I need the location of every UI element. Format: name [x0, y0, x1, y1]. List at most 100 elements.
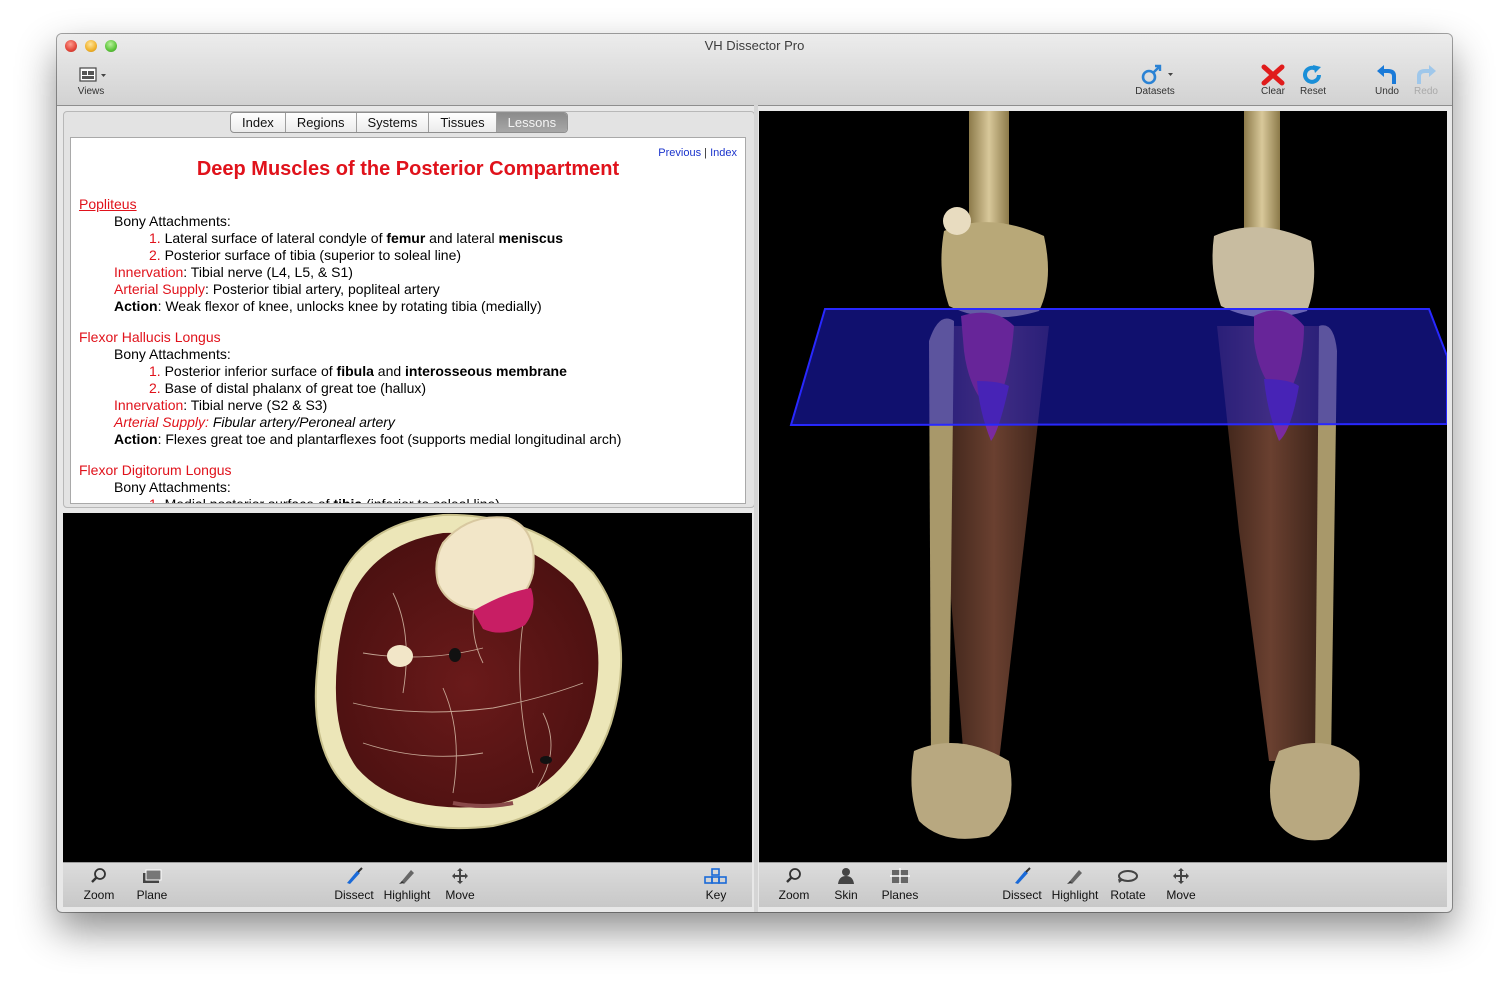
- bold-term: interosseous membrane: [405, 363, 567, 379]
- popliteus-action: Action: Weak flexor of knee, unlocks kne…: [79, 298, 737, 315]
- dissect-button[interactable]: Dissect: [996, 867, 1048, 902]
- text: : Weak flexor of knee, unlocks knee by r…: [157, 298, 542, 314]
- redo-icon: [1417, 65, 1436, 84]
- fhl-attachment-1: 1. Posterior inferior surface of fibula …: [79, 363, 737, 380]
- fhl-attachment-2: 2. Base of distal phalanx of great toe (…: [79, 380, 737, 397]
- split-divider[interactable]: [754, 105, 758, 912]
- reset-button[interactable]: Reset: [1287, 64, 1339, 97]
- cross-section-image: [314, 513, 623, 830]
- rotate-icon: [1118, 870, 1138, 883]
- person-icon: [838, 868, 854, 884]
- planes-label: Planes: [881, 888, 919, 902]
- lesson-panel: Index Regions Systems Tissues Lessons Pr…: [63, 111, 755, 508]
- key-label: Key: [705, 888, 727, 902]
- magnifier-icon: [786, 868, 801, 883]
- text: : Posterior tibial artery, popliteal art…: [205, 281, 440, 297]
- datasets-button[interactable]: Datasets: [1129, 64, 1181, 97]
- innervation-label: Innervation: [114, 397, 184, 413]
- bold-term: meniscus: [498, 230, 564, 246]
- text: Lateral surface of lateral condyle of: [164, 230, 387, 246]
- tab-systems[interactable]: Systems: [357, 113, 430, 132]
- toolbar: VH Dissector Pro Views Datasets Clear Re…: [57, 34, 1452, 106]
- text: and: [373, 363, 406, 379]
- text: Posterior inferior surface of: [164, 363, 337, 379]
- fhl-bony-label: Bony Attachments:: [114, 346, 231, 362]
- dissect-button[interactable]: Dissect: [328, 867, 380, 902]
- zoom-button[interactable]: Zoom: [768, 867, 820, 902]
- 3d-legs-image: [789, 111, 1447, 841]
- magnifier-icon: [91, 868, 106, 883]
- move-arrows-icon: [1173, 868, 1189, 884]
- app-window: VH Dissector Pro Views Datasets Clear Re…: [57, 34, 1452, 912]
- popliteus-heading[interactable]: Popliteus: [79, 196, 737, 213]
- highlight-button[interactable]: Highlight: [1049, 867, 1101, 902]
- clear-x-icon: [1261, 64, 1285, 86]
- text: Fibular artery/Peroneal artery: [208, 414, 395, 430]
- bold-term: tibia: [333, 496, 363, 504]
- 3d-view[interactable]: [759, 111, 1447, 862]
- move-arrows-icon: [452, 868, 468, 884]
- move-label: Move: [1166, 888, 1196, 902]
- bold-term: fibula: [336, 363, 374, 379]
- fhl-action: Action: Flexes great toe and plantarflex…: [79, 431, 737, 448]
- rotate-button[interactable]: Rotate: [1102, 867, 1154, 902]
- redo-button[interactable]: Redo: [1400, 64, 1452, 97]
- lesson-title: Deep Muscles of the Posterior Compartmen…: [196, 158, 620, 180]
- move-label: Move: [445, 888, 475, 902]
- skin-button[interactable]: Skin: [820, 867, 872, 902]
- list-number: 2.: [149, 247, 161, 263]
- reset-label: Reset: [1299, 86, 1327, 97]
- planes-button[interactable]: Planes: [874, 867, 926, 902]
- views-button[interactable]: Views: [65, 64, 117, 97]
- tab-bar: Index Regions Systems Tissues Lessons: [230, 112, 569, 133]
- fdl-heading[interactable]: Flexor Digitorum Longus: [79, 462, 737, 479]
- tab-regions[interactable]: Regions: [286, 113, 357, 132]
- plane-button[interactable]: Plane: [126, 867, 178, 902]
- popliteus-attachment-2: 2. Posterior surface of tibia (superior …: [79, 247, 737, 264]
- rotate-label: Rotate: [1110, 888, 1146, 902]
- right-bottom-toolbar: Zoom Skin Planes Dissect Highlight Rotat…: [759, 862, 1447, 907]
- list-number: 1.: [149, 363, 161, 379]
- zoom-button[interactable]: Zoom: [73, 867, 125, 902]
- zoom-label: Zoom: [83, 888, 115, 902]
- highlight-button[interactable]: Highlight: [381, 867, 433, 902]
- scalpel-icon: [1015, 867, 1031, 884]
- popliteus-arterial: Arterial Supply: Posterior tibial artery…: [79, 281, 737, 298]
- list-number: 2.: [149, 380, 161, 396]
- bold-term: femur: [386, 230, 426, 246]
- popliteus-attachment-1: 1. Lateral surface of lateral condyle of…: [79, 230, 737, 247]
- innervation-label: Innervation: [114, 264, 184, 280]
- zoom-label: Zoom: [778, 888, 810, 902]
- text: Base of distal phalanx of great toe (hal…: [164, 380, 427, 396]
- move-button[interactable]: Move: [1155, 867, 1207, 902]
- lesson-body: Popliteus Bony Attachments: 1. Lateral s…: [79, 196, 737, 504]
- dissect-label: Dissect: [1002, 888, 1042, 902]
- list-number: 1.: [149, 230, 161, 246]
- key-button[interactable]: Key: [690, 867, 742, 902]
- arterial-label: Arterial Supply:: [114, 414, 209, 430]
- marker-icon: [399, 870, 414, 884]
- skin-label: Skin: [834, 888, 858, 902]
- highlight-label: Highlight: [1051, 888, 1099, 902]
- fhl-innervation: Innervation: Tibial nerve (S2 & S3): [79, 397, 737, 414]
- datasets-icon: [1141, 64, 1173, 85]
- popliteus-innervation: Innervation: Tibial nerve (L4, L5, & S1): [79, 264, 737, 281]
- reset-icon: [1303, 65, 1321, 84]
- move-button[interactable]: Move: [434, 867, 486, 902]
- key-icon: [704, 868, 727, 884]
- fdl-attachment-1: 1. Medial posterior surface of tibia (in…: [79, 496, 737, 504]
- text: Posterior surface of tibia (superior to …: [164, 247, 462, 263]
- undo-icon: [1377, 65, 1396, 84]
- cross-section-view[interactable]: [63, 513, 752, 862]
- fhl-heading[interactable]: Flexor Hallucis Longus: [79, 329, 737, 346]
- fdl-bony-label: Bony Attachments:: [114, 479, 231, 495]
- text: : Tibial nerve (L4, L5, & S1): [183, 264, 353, 280]
- tab-tissues[interactable]: Tissues: [429, 113, 497, 132]
- tab-lessons[interactable]: Lessons: [496, 113, 568, 132]
- plane-icon: [143, 869, 162, 883]
- action-label: Action: [114, 431, 158, 447]
- text: : Tibial nerve (S2 & S3): [183, 397, 328, 413]
- dissect-label: Dissect: [334, 888, 374, 902]
- tab-index[interactable]: Index: [231, 113, 286, 132]
- planes-icon: [890, 868, 910, 884]
